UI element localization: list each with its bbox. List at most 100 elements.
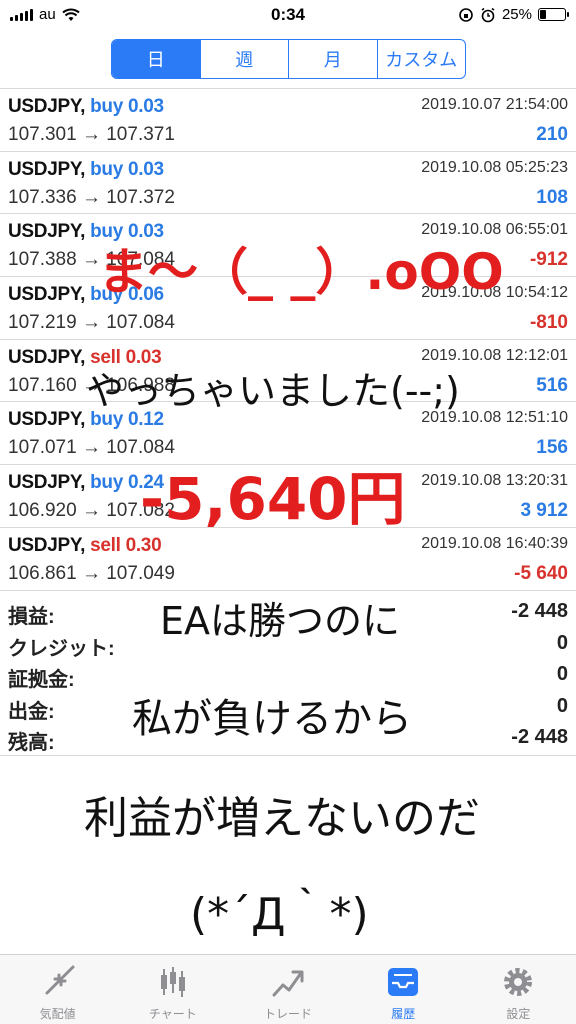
tab-label: トレード xyxy=(264,1007,313,1021)
tab-label: 履歴 xyxy=(391,1007,416,1021)
handwriting-line-6: 利益が増えないのだ xyxy=(84,793,480,844)
deal-prices: 107.336 → 107.372 xyxy=(8,186,175,208)
deal-time: 2019.10.08 05:25:23 xyxy=(421,158,568,176)
deal-time: 2019.10.08 13:20:31 xyxy=(421,472,568,490)
deal-time: 2019.10.08 12:51:10 xyxy=(421,409,568,427)
deal-symbol-text: USDJPY, xyxy=(8,472,86,494)
deal-symbol: USDJPY, buy 0.24 xyxy=(8,472,164,494)
battery-percent: 25% xyxy=(501,6,532,23)
deal-profit: 516 xyxy=(536,374,568,396)
segment-0[interactable]: 日 xyxy=(112,40,200,78)
trade-trend-icon xyxy=(272,970,304,997)
deal-row[interactable]: USDJPY, sell 0.03 2019.10.08 12:12:01 107.… xyxy=(0,340,576,403)
summary-label: 出金: xyxy=(8,700,55,723)
deal-row[interactable]: USDJPY, buy 0.06 2019.10.08 10:54:12 107.2… xyxy=(0,277,576,340)
summary-label: 証拠金: xyxy=(8,669,75,691)
deal-profit: 108 xyxy=(536,186,568,208)
summary-row: 損益: -2 448 xyxy=(0,596,576,628)
status-bar: au 0:34 25% xyxy=(0,0,576,30)
deal-row[interactable]: USDJPY, buy 0.03 2019.10.08 06:55:01 107.3… xyxy=(0,214,576,278)
summary-value: 0 xyxy=(556,663,568,685)
deal-time: 2019.10.08 12:12:01 xyxy=(421,346,568,364)
deal-symbol-text: USDJPY, xyxy=(8,409,86,431)
deal-prices: 107.071 → 107.084 xyxy=(8,437,175,459)
summary-label: 残高: xyxy=(8,732,55,754)
deal-symbol-text: USDJPY, xyxy=(8,534,86,556)
deal-prices: 106.861 → 107.049 xyxy=(8,562,175,584)
deal-symbol-text: USDJPY, xyxy=(8,158,86,180)
deal-time: 2019.10.08 10:54:12 xyxy=(421,284,568,302)
segment-2[interactable]: 月 xyxy=(288,40,377,78)
deal-volume: sell 0.03 xyxy=(90,346,162,368)
summary-label: クレジット: xyxy=(8,637,115,660)
deals-list: USDJPY, buy 0.03 2019.10.07 21:54:00 107.3… xyxy=(0,88,576,591)
alarm-icon xyxy=(481,7,495,22)
deal-prices: 106.920 → 107.082 xyxy=(8,500,175,522)
deal-symbol-text: USDJPY, xyxy=(8,346,86,368)
deal-symbol-text: USDJPY, xyxy=(8,96,86,117)
deal-symbol-text: USDJPY, xyxy=(8,284,86,306)
deal-symbol: USDJPY, buy 0.06 xyxy=(8,284,164,306)
segment-1[interactable]: 週 xyxy=(199,40,289,78)
summary-value: -2 448 xyxy=(511,600,568,622)
tab-label: 気配値 xyxy=(39,1007,76,1021)
account-summary: 損益: -2 448 クレジット: 0 証拠金: 0 出金: 0 残高: -2 448 xyxy=(0,596,576,756)
deal-symbol: USDJPY, sell 0.03 xyxy=(8,346,162,369)
tab-history-inbox[interactable]: 履歴 xyxy=(346,955,461,1024)
deal-row[interactable]: USDJPY, buy 0.03 2019.10.07 21:54:00 107.3… xyxy=(0,89,576,152)
deal-time: 2019.10.07 21:54:00 xyxy=(421,96,568,113)
deal-volume: sell 0.30 xyxy=(90,534,162,556)
tab-label: 設定 xyxy=(506,1007,531,1021)
period-segmented-control: 日週月カスタム xyxy=(111,39,466,79)
orientation-lock-icon xyxy=(459,7,473,22)
bottom-tab-bar: 気配値 チャート トレード 履歴 設定 xyxy=(0,954,576,1024)
quotes-arrows-icon xyxy=(45,965,75,995)
tab-gear[interactable]: 設定 xyxy=(461,955,576,1024)
deal-symbol: USDJPY, buy 0.03 xyxy=(8,96,164,118)
deal-volume: buy 0.12 xyxy=(90,409,164,431)
deal-symbol: USDJPY, buy 0.12 xyxy=(8,409,164,431)
deal-time: 2019.10.08 06:55:01 xyxy=(421,221,568,239)
deal-profit: -912 xyxy=(529,249,568,271)
gear-icon xyxy=(504,968,533,996)
deal-row[interactable]: USDJPY, buy 0.03 2019.10.08 05:25:23 107.3… xyxy=(0,152,576,215)
segment-3[interactable]: カスタム xyxy=(376,40,466,78)
deal-row[interactable]: USDJPY, buy 0.24 2019.10.08 13:20:31 106.9… xyxy=(0,465,576,528)
summary-row: クレジット: 0 xyxy=(0,628,576,660)
deal-time: 2019.10.08 16:40:39 xyxy=(421,534,568,552)
summary-label: 損益: xyxy=(8,606,55,628)
tab-trade-trend[interactable]: トレード xyxy=(230,955,345,1024)
history-inbox-icon xyxy=(388,968,419,996)
handwriting-line-7: (*´Д｀*) xyxy=(190,889,369,940)
deal-volume: buy 0.06 xyxy=(90,284,164,306)
summary-row: 出金: 0 xyxy=(0,691,576,723)
tab-quotes-arrows[interactable]: 気配値 xyxy=(0,955,115,1024)
deal-prices: 107.160 → 106.988 xyxy=(8,374,175,396)
deal-row[interactable]: USDJPY, sell 0.30 2019.10.08 16:40:39 106.… xyxy=(0,528,576,591)
deal-row[interactable]: USDJPY, buy 0.12 2019.10.08 12:51:10 107.0… xyxy=(0,402,576,466)
deal-volume: buy 0.03 xyxy=(90,96,164,117)
tab-candlestick-chart[interactable]: チャート xyxy=(115,955,230,1024)
battery-icon xyxy=(538,8,569,21)
deal-profit: 210 xyxy=(536,124,568,145)
deal-volume: buy 0.03 xyxy=(90,221,164,243)
status-right: 25% xyxy=(458,6,569,23)
deal-prices: 107.388 → 107.084 xyxy=(8,249,175,271)
deal-profit: -810 xyxy=(529,312,568,334)
summary-value: 0 xyxy=(556,694,568,717)
tab-label: チャート xyxy=(148,1007,197,1021)
candlestick-chart-icon xyxy=(160,967,185,997)
deal-prices: 107.301 → 107.371 xyxy=(8,124,175,145)
summary-value: -2 448 xyxy=(511,726,568,748)
deal-symbol: USDJPY, sell 0.30 xyxy=(8,534,162,557)
deal-symbol: USDJPY, buy 0.03 xyxy=(8,221,164,243)
deal-profit: 156 xyxy=(536,437,568,459)
summary-row: 残高: -2 448 xyxy=(0,722,576,754)
deal-symbol: USDJPY, buy 0.03 xyxy=(8,159,164,181)
deal-profit: -5 640 xyxy=(514,562,568,584)
deal-volume: buy 0.24 xyxy=(90,472,164,494)
deal-volume: buy 0.03 xyxy=(90,158,164,180)
deal-symbol-text: USDJPY, xyxy=(8,221,86,243)
summary-row: 証拠金: 0 xyxy=(0,659,576,691)
deal-profit: 3 912 xyxy=(520,500,568,522)
